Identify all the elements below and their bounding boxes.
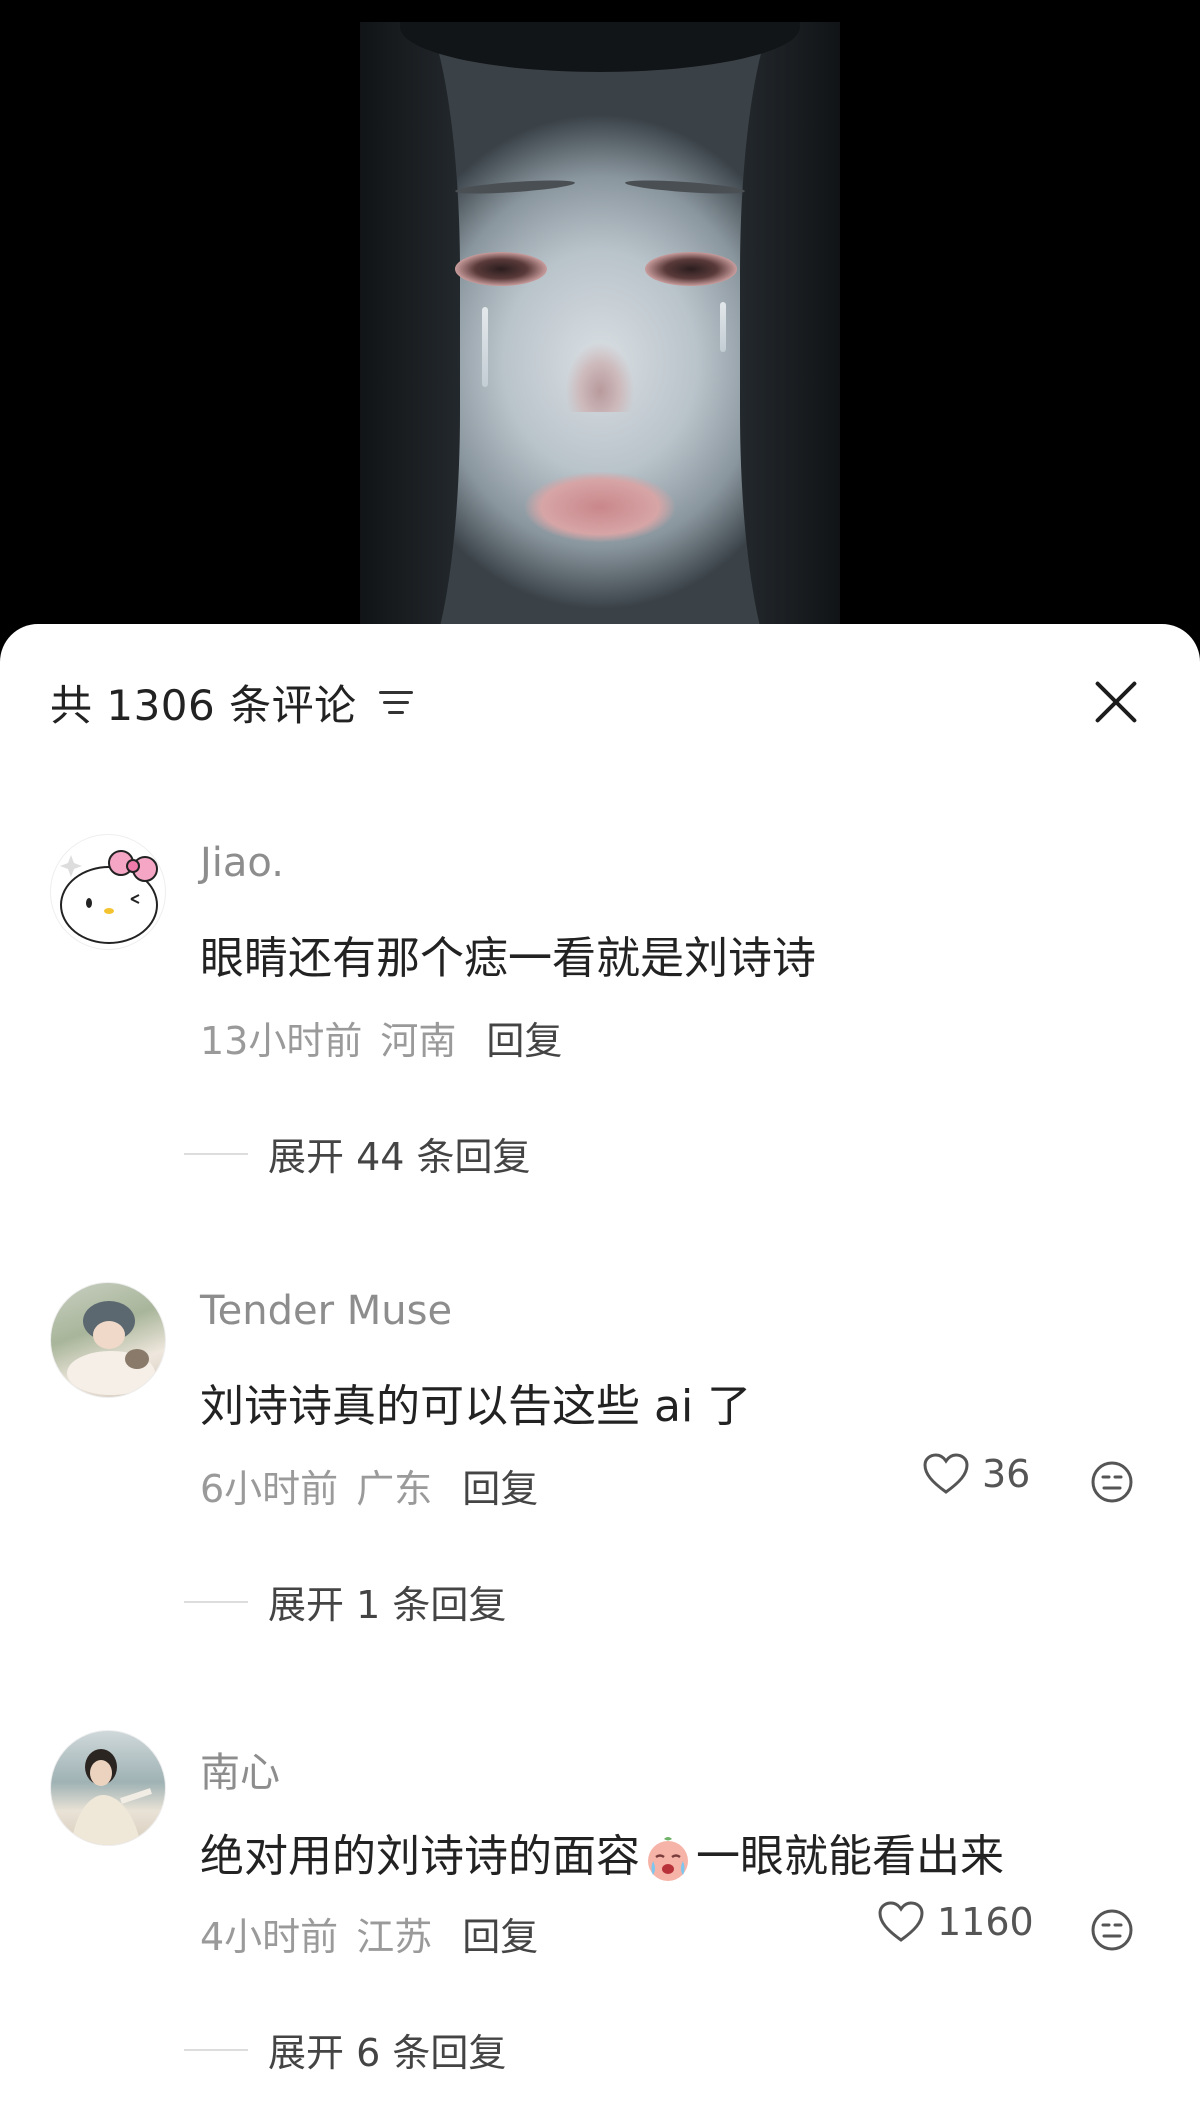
expand-replies-button[interactable]: 展开 1 条回复 — [184, 1574, 506, 1629]
filter-icon[interactable] — [378, 685, 417, 719]
heart-icon — [878, 1901, 924, 1942]
comment-location: 江苏 — [356, 1915, 433, 1959]
meh-face-icon[interactable] — [1090, 1460, 1134, 1504]
comment-text: 刘诗诗真的可以告这些 ai 了 — [200, 1381, 752, 1432]
divider-line — [184, 1152, 248, 1155]
comment-sheet-header: 共 1306 条评论 — [50, 672, 1150, 732]
comment-meta: 4小时前 江苏 回复 — [200, 1906, 538, 1961]
divider-line — [184, 2048, 248, 2051]
video-player[interactable] — [0, 0, 1200, 640]
like-count: 36 — [982, 1452, 1031, 1496]
expand-replies-button[interactable]: 展开 6 条回复 — [184, 2022, 506, 2077]
video-frame-crying-face — [360, 22, 840, 640]
expand-replies-label: 展开 1 条回复 — [268, 1583, 507, 1627]
comment-count-title: 共 1306 条评论 — [50, 680, 357, 730]
comment-sheet: 共 1306 条评论 Jiao. 眼睛还有那个痣一看就是刘诗诗 13小时前 河南… — [0, 624, 1200, 2121]
comment-location: 河南 — [380, 1019, 457, 1063]
comment-text: 眼睛还有那个痣一看就是刘诗诗 — [200, 933, 816, 984]
like-button[interactable]: 36 — [922, 1452, 1030, 1496]
meh-face-icon[interactable] — [1090, 1908, 1134, 1952]
avatar[interactable] — [50, 834, 166, 950]
comment-time: 4小时前 — [200, 1915, 339, 1959]
comment-time: 13小时前 — [200, 1019, 363, 1063]
comment-username[interactable]: Tender Muse — [200, 1288, 452, 1334]
divider-line — [184, 1600, 248, 1603]
reply-button[interactable]: 回复 — [486, 1010, 562, 1065]
close-icon[interactable] — [1092, 678, 1140, 726]
like-button[interactable]: 1160 — [877, 1900, 1034, 1944]
comment-meta: 6小时前 广东 回复 — [200, 1458, 538, 1513]
comment-location: 广东 — [356, 1467, 433, 1511]
like-count: 1160 — [937, 1900, 1034, 1944]
avatar[interactable] — [50, 1282, 166, 1398]
reply-button[interactable]: 回复 — [462, 1906, 538, 1961]
comment-text: 绝对用的刘诗诗的面容 一眼就能看出来 — [200, 1820, 1004, 1885]
expand-replies-label: 展开 6 条回复 — [268, 2031, 507, 2075]
expand-replies-button[interactable]: 展开 44 条回复 — [184, 1126, 531, 1181]
crying-emoji-icon — [648, 1837, 688, 1881]
comment-text-part: 绝对用的刘诗诗的面容 — [200, 1831, 640, 1882]
comment-username[interactable]: Jiao. — [200, 840, 284, 886]
comment-meta: 13小时前 河南 回复 — [200, 1010, 562, 1065]
avatar[interactable] — [50, 1730, 166, 1846]
reply-button[interactable]: 回复 — [462, 1458, 538, 1513]
comment-text-part: 一眼就能看出来 — [696, 1831, 1004, 1882]
comment-time: 6小时前 — [200, 1467, 339, 1511]
heart-icon — [923, 1453, 969, 1494]
expand-replies-label: 展开 44 条回复 — [268, 1135, 531, 1179]
comment-username[interactable]: 南心 — [200, 1740, 280, 1798]
